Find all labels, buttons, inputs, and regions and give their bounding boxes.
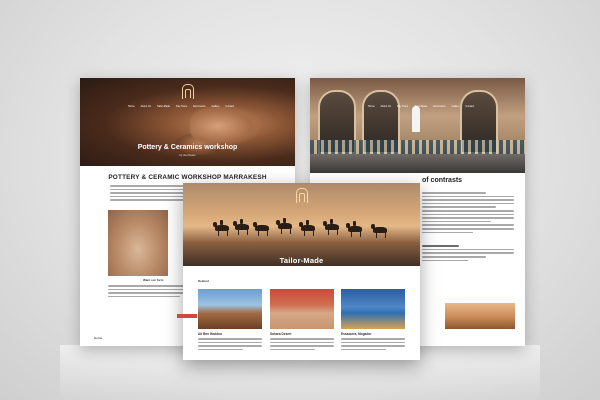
riad-hero: Home About Us Day Tours Tailor-Made Excu… [310,78,525,173]
related-tile-sahara-desert[interactable]: Sahara Desert [270,289,334,352]
left-footer-home[interactable]: Home [94,336,102,340]
contrasts-text [422,190,514,263]
desert-dunes-image [445,303,515,329]
pottery-hero-title: Pottery & Ceramics workshop [137,144,238,151]
related-tile-essaouira[interactable]: Essaouira, Mogador [341,289,405,352]
camel-caravan [183,218,420,238]
right-nav-daytours[interactable]: Day Tours [397,105,408,108]
reflecting-pool [310,154,525,173]
right-nav-about[interactable]: About Us [381,105,391,108]
left-nav-contact[interactable]: Contact [225,105,234,108]
right-nav-excursions[interactable]: Excursions [433,105,445,108]
potter-hands-image [190,106,260,146]
left-nav-about[interactable]: About Us [141,105,151,108]
pottery-hero: Home About Us Tailor-Made Day Tours Excu… [80,78,295,166]
right-nav-tailor[interactable]: Tailor-Made [414,105,427,108]
left-nav-excursions[interactable]: Excursions [193,105,205,108]
contrasts-heading: of contrasts [422,177,463,184]
tile-description [270,338,334,351]
zellige-tiles [310,140,525,154]
tile-title: Ait Ben Haddou [198,332,222,336]
pottery-section-title: POTTERY & CERAMIC WORKSHOP MARRAKESH [108,174,267,181]
person-figure [412,106,420,132]
related-tile-ait-ben-haddou[interactable]: Ait Ben Haddou [198,289,262,352]
pottery-small-heading: Want our form [143,278,164,282]
right-nav-home[interactable]: Home [368,105,375,108]
tailor-made-title: Tailor-Made [279,256,324,265]
left-nav-home[interactable]: Home [128,105,135,108]
site-logo-icon [296,188,308,203]
pottery-hero-subtitle: by User Dearie [179,154,196,157]
caravan-hero: Tailor-Made [183,183,420,266]
tile-description [198,338,262,351]
left-nav-gallery[interactable]: Gallery [211,105,219,108]
site-logo-icon [182,84,194,99]
right-nav-gallery[interactable]: Gallery [451,105,459,108]
left-nav-tailor[interactable]: Tailor-Made [157,105,170,108]
tailor-made-page: Tailor-Made Related Ait Ben Haddou Sahar… [183,183,420,360]
right-nav: Home About Us Day Tours Tailor-Made Excu… [368,105,474,108]
tile-title: Essaouira, Mogador [341,332,372,336]
left-nav: Home About Us Tailor-Made Day Tours Excu… [128,105,234,108]
ceramic-craft-image [108,210,168,276]
tile-description [341,338,405,351]
left-nav-daytours[interactable]: Day Tours [176,105,187,108]
kasbah-image [198,289,262,329]
sahara-image [270,289,334,329]
essaouira-image [341,289,405,329]
related-label: Related [198,279,209,283]
tile-title: Sahara Desert [270,332,292,336]
read-more-button[interactable] [177,314,197,318]
right-nav-contact[interactable]: Contact [465,105,474,108]
